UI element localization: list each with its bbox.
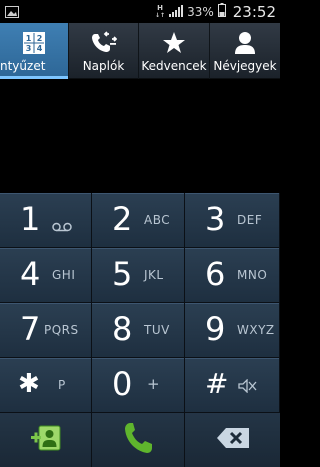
key-3[interactable]: 3 DEF xyxy=(185,193,280,248)
svg-text:3: 3 xyxy=(26,44,32,53)
clock: 23:52 xyxy=(232,2,276,21)
tab-label: Naplók xyxy=(82,59,125,73)
status-bar: H ↓↑ 33% 23:52 xyxy=(0,0,280,23)
key-9[interactable]: 9 WXYZ xyxy=(185,303,280,358)
add-contact-button[interactable] xyxy=(0,413,92,467)
tab-logs[interactable]: Naplók xyxy=(69,23,139,79)
number-display xyxy=(0,80,280,193)
key-8[interactable]: 8 TUV xyxy=(92,303,185,358)
key-letters: MNO xyxy=(237,268,268,282)
key-6[interactable]: 6 MNO xyxy=(185,248,280,303)
key-letters: ABC xyxy=(144,213,171,227)
svg-text:4: 4 xyxy=(37,44,43,53)
key-hash[interactable]: # xyxy=(185,358,280,413)
delete-button[interactable] xyxy=(185,413,280,467)
key-letters: + xyxy=(147,375,161,393)
voicemail-icon xyxy=(52,217,72,236)
key-letters: JKL xyxy=(144,268,164,282)
tab-favorites[interactable]: Kedvencek xyxy=(139,23,210,79)
key-digit: 4 xyxy=(20,255,41,293)
key-letters: TUV xyxy=(144,323,170,337)
key-digit: 3 xyxy=(205,200,226,238)
key-1[interactable]: 1 xyxy=(0,193,92,248)
dialpad: 1 2 ABC 3 DEF 4 GHI 5 JKL 6 MNO 7 PQRS 8… xyxy=(0,193,280,413)
action-bar xyxy=(0,413,280,467)
key-letters: PQRS xyxy=(44,323,79,337)
mute-icon xyxy=(237,378,257,397)
key-digit: 5 xyxy=(112,255,133,293)
star-icon xyxy=(162,29,186,57)
battery-percent: 33% xyxy=(187,4,214,19)
key-letters: WXYZ xyxy=(237,323,275,337)
key-star[interactable]: ✱ P xyxy=(0,358,92,413)
key-digit: 1 xyxy=(20,200,41,238)
key-digit: 9 xyxy=(205,310,226,348)
contact-icon xyxy=(234,29,256,57)
key-digit: # xyxy=(205,367,229,400)
key-digit: 0 xyxy=(112,365,133,403)
signal-icon xyxy=(169,2,184,21)
call-button[interactable] xyxy=(92,413,185,467)
call-icon xyxy=(123,421,153,459)
key-digit: 2 xyxy=(112,200,133,238)
key-digit: ✱ xyxy=(18,369,40,399)
key-letters: GHI xyxy=(52,268,76,282)
key-digit: 7 xyxy=(20,310,41,348)
tab-bar: 1 2 3 4 ntyűzet Naplók Kedvencek Névjegy… xyxy=(0,23,280,79)
tab-contacts[interactable]: Névjegyek xyxy=(210,23,280,79)
svg-text:1: 1 xyxy=(26,34,32,43)
key-2[interactable]: 2 ABC xyxy=(92,193,185,248)
tab-label: ntyűzet xyxy=(0,59,46,73)
backspace-icon xyxy=(216,427,250,453)
key-digit: 6 xyxy=(205,255,226,293)
dialpad-icon: 1 2 3 4 xyxy=(23,29,45,57)
key-digit: 8 xyxy=(112,310,133,348)
key-0[interactable]: 0 + xyxy=(92,358,185,413)
gallery-notification-icon xyxy=(5,3,19,22)
tab-keypad[interactable]: 1 2 3 4 ntyűzet xyxy=(0,23,69,79)
tab-label: Kedvencek xyxy=(141,59,207,73)
key-4[interactable]: 4 GHI xyxy=(0,248,92,303)
key-letters: P xyxy=(58,378,66,392)
key-7[interactable]: 7 PQRS xyxy=(0,303,92,358)
svg-text:2: 2 xyxy=(37,34,43,43)
key-letters: DEF xyxy=(237,213,263,227)
battery-icon xyxy=(217,2,226,21)
call-log-icon xyxy=(91,29,117,57)
key-5[interactable]: 5 JKL xyxy=(92,248,185,303)
tab-label: Névjegyek xyxy=(213,59,277,73)
network-type-indicator: H ↓↑ xyxy=(155,3,166,19)
add-contact-icon xyxy=(30,423,62,457)
